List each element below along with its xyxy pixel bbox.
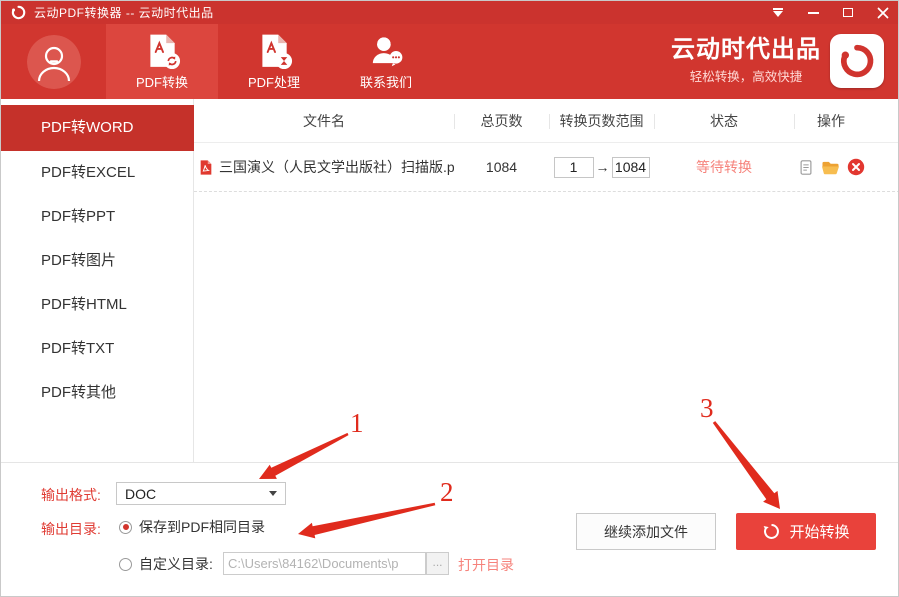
sidebar-item-pdf-to-word[interactable]: PDF转WORD xyxy=(1,105,194,151)
sidebar-item-pdf-to-other[interactable]: PDF转其他 xyxy=(1,371,193,415)
same-dir-option-label: 保存到PDF相同目录 xyxy=(139,517,265,537)
column-operations: 操作 xyxy=(794,111,899,131)
sidebar-item-pdf-to-txt[interactable]: PDF转TXT xyxy=(1,327,193,371)
output-format-value: DOC xyxy=(125,486,156,502)
same-dir-radio[interactable] xyxy=(119,521,132,534)
brand-block: 云动时代出品 轻松转换，高效快捷 xyxy=(671,34,884,88)
sidebar-item-pdf-to-excel[interactable]: PDF转EXCEL xyxy=(1,151,193,195)
page-range-cell: → xyxy=(549,157,654,178)
close-icon[interactable] xyxy=(876,6,890,20)
chevron-down-icon xyxy=(269,491,277,496)
brand-slogan: 轻松转换，高效快捷 xyxy=(671,66,821,85)
tab-label: PDF处理 xyxy=(248,72,300,91)
pdf-process-icon xyxy=(255,32,293,70)
pdf-file-icon xyxy=(198,159,214,176)
table-row: 三国演义（人民文学出版社）扫描版.pd 1084 → 等待转换 xyxy=(194,143,899,192)
range-arrow-icon: → xyxy=(596,159,610,175)
file-name: 三国演义（人民文学出版社）扫描版.pd xyxy=(219,157,454,177)
range-to-input[interactable] xyxy=(612,157,650,178)
preview-document-icon[interactable] xyxy=(798,159,814,176)
contact-headset-icon xyxy=(367,32,405,70)
column-status: 状态 xyxy=(654,111,794,131)
titlebar: 云动PDF转换器 -- 云动时代出品 xyxy=(1,1,898,24)
open-dir-link[interactable]: 打开目录 xyxy=(458,555,514,575)
minimize-icon[interactable] xyxy=(806,6,820,20)
skin-menu-icon[interactable] xyxy=(771,6,785,20)
pdf-convert-icon xyxy=(143,32,181,70)
window-title: 云动PDF转换器 -- 云动时代出品 xyxy=(34,4,214,21)
app-logo-icon xyxy=(10,4,27,21)
maximize-icon[interactable] xyxy=(841,6,855,20)
window-controls xyxy=(771,1,890,24)
output-format-select[interactable]: DOC xyxy=(116,482,286,505)
row-operations xyxy=(794,158,899,176)
sidebar-item-pdf-to-html[interactable]: PDF转HTML xyxy=(1,283,193,327)
toolbar: PDF转换 PDF处理 xyxy=(1,24,898,99)
toolbar-tabs: PDF转换 PDF处理 xyxy=(106,24,442,99)
app-window: 云动PDF转换器 -- 云动时代出品 xyxy=(0,0,899,597)
output-dir-label: 输出目录: xyxy=(41,519,101,539)
convert-refresh-icon xyxy=(762,522,781,541)
custom-dir-radio[interactable] xyxy=(119,558,132,571)
remove-file-icon[interactable] xyxy=(847,158,865,176)
status-badge: 等待转换 xyxy=(696,157,752,177)
output-format-label: 输出格式: xyxy=(41,485,101,505)
bottom-panel: 输出格式: DOC 输出目录: 保存到PDF相同目录 自定义目录: ... 打开… xyxy=(1,462,898,596)
browse-button[interactable]: ... xyxy=(426,552,449,575)
sidebar-item-pdf-to-ppt[interactable]: PDF转PPT xyxy=(1,195,193,239)
custom-dir-path-input[interactable] xyxy=(223,552,426,575)
tab-pdf-process[interactable]: PDF处理 xyxy=(218,24,330,99)
file-list-header: 文件名 总页数 转换页数范围 状态 操作 xyxy=(194,99,899,143)
start-convert-button[interactable]: 开始转换 xyxy=(736,513,876,550)
open-folder-icon[interactable] xyxy=(821,159,840,176)
column-page-range: 转换页数范围 xyxy=(549,111,654,131)
file-list: 文件名 总页数 转换页数范围 状态 操作 三国演义（人民文学出版社）扫描版.pd… xyxy=(194,99,899,462)
brand-logo-icon xyxy=(830,34,884,88)
sidebar-item-pdf-to-image[interactable]: PDF转图片 xyxy=(1,239,193,283)
tab-label: 联系我们 xyxy=(360,72,412,91)
tab-label: PDF转换 xyxy=(136,72,188,91)
column-total-pages: 总页数 xyxy=(454,111,549,131)
start-convert-label: 开始转换 xyxy=(789,521,849,542)
range-from-input[interactable] xyxy=(554,157,594,178)
sidebar: PDF转WORD PDF转EXCEL PDF转PPT PDF转图片 PDF转HT… xyxy=(1,99,194,462)
tab-contact-us[interactable]: 联系我们 xyxy=(330,24,442,99)
add-files-button[interactable]: 继续添加文件 xyxy=(576,513,716,550)
total-pages-value: 1084 xyxy=(454,159,549,175)
custom-dir-option-label: 自定义目录: xyxy=(139,554,213,574)
user-avatar-icon[interactable] xyxy=(27,35,81,89)
brand-title: 云动时代出品 xyxy=(671,37,821,63)
column-filename: 文件名 xyxy=(194,111,454,131)
tab-pdf-convert[interactable]: PDF转换 xyxy=(106,24,218,99)
